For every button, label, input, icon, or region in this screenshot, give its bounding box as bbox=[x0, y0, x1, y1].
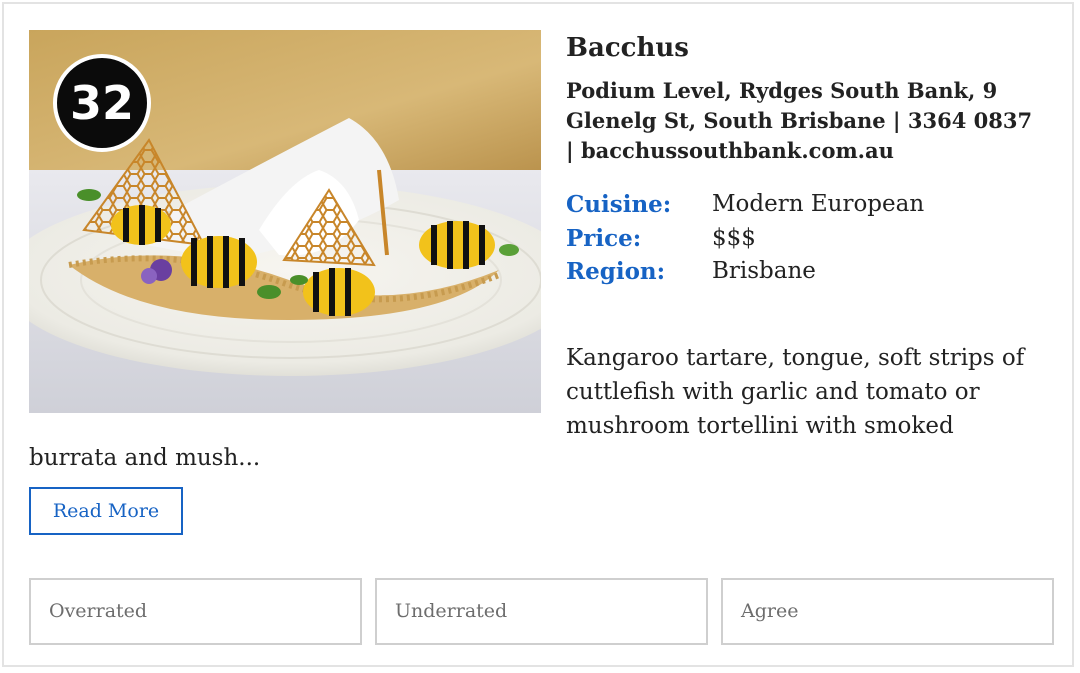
meta-value-region: Brisbane bbox=[712, 258, 816, 284]
restaurant-meta: Cuisine: Modern European Price: $$$ Regi… bbox=[566, 188, 1046, 289]
restaurant-name: Bacchus bbox=[566, 33, 689, 63]
meta-row-price: Price: $$$ bbox=[566, 222, 1046, 256]
restaurant-photo: 32 bbox=[29, 30, 541, 413]
underrated-button[interactable]: Underrated bbox=[375, 578, 708, 645]
restaurant-address: Podium Level, Rydges South Bank, 9 Glene… bbox=[566, 78, 1033, 163]
meta-key-price: Price: bbox=[566, 224, 642, 252]
meta-value-cuisine: Modern European bbox=[712, 191, 925, 217]
meta-row-region: Region: Brisbane bbox=[566, 255, 1046, 289]
restaurant-info: Bacchus Podium Level, Rydges South Bank,… bbox=[566, 30, 1046, 289]
meta-key-cuisine: Cuisine: bbox=[566, 191, 672, 218]
meta-value-price: $$$ bbox=[712, 224, 756, 251]
agree-button[interactable]: Agree bbox=[721, 578, 1054, 645]
overrated-button[interactable]: Overrated bbox=[29, 578, 362, 645]
meta-key-region: Region: bbox=[566, 258, 666, 285]
description-text: Kangaroo tartare, tongue, soft strips of… bbox=[566, 345, 1025, 439]
read-more-button[interactable]: Read More bbox=[29, 487, 183, 535]
meta-row-cuisine: Cuisine: Modern European bbox=[566, 188, 1046, 222]
rank-badge: 32 bbox=[53, 54, 151, 152]
restaurant-card: 32 Bacchus Podium Level, Rydges South Ba… bbox=[2, 2, 1074, 667]
description-text-continued: burrata and mush... bbox=[29, 445, 261, 471]
